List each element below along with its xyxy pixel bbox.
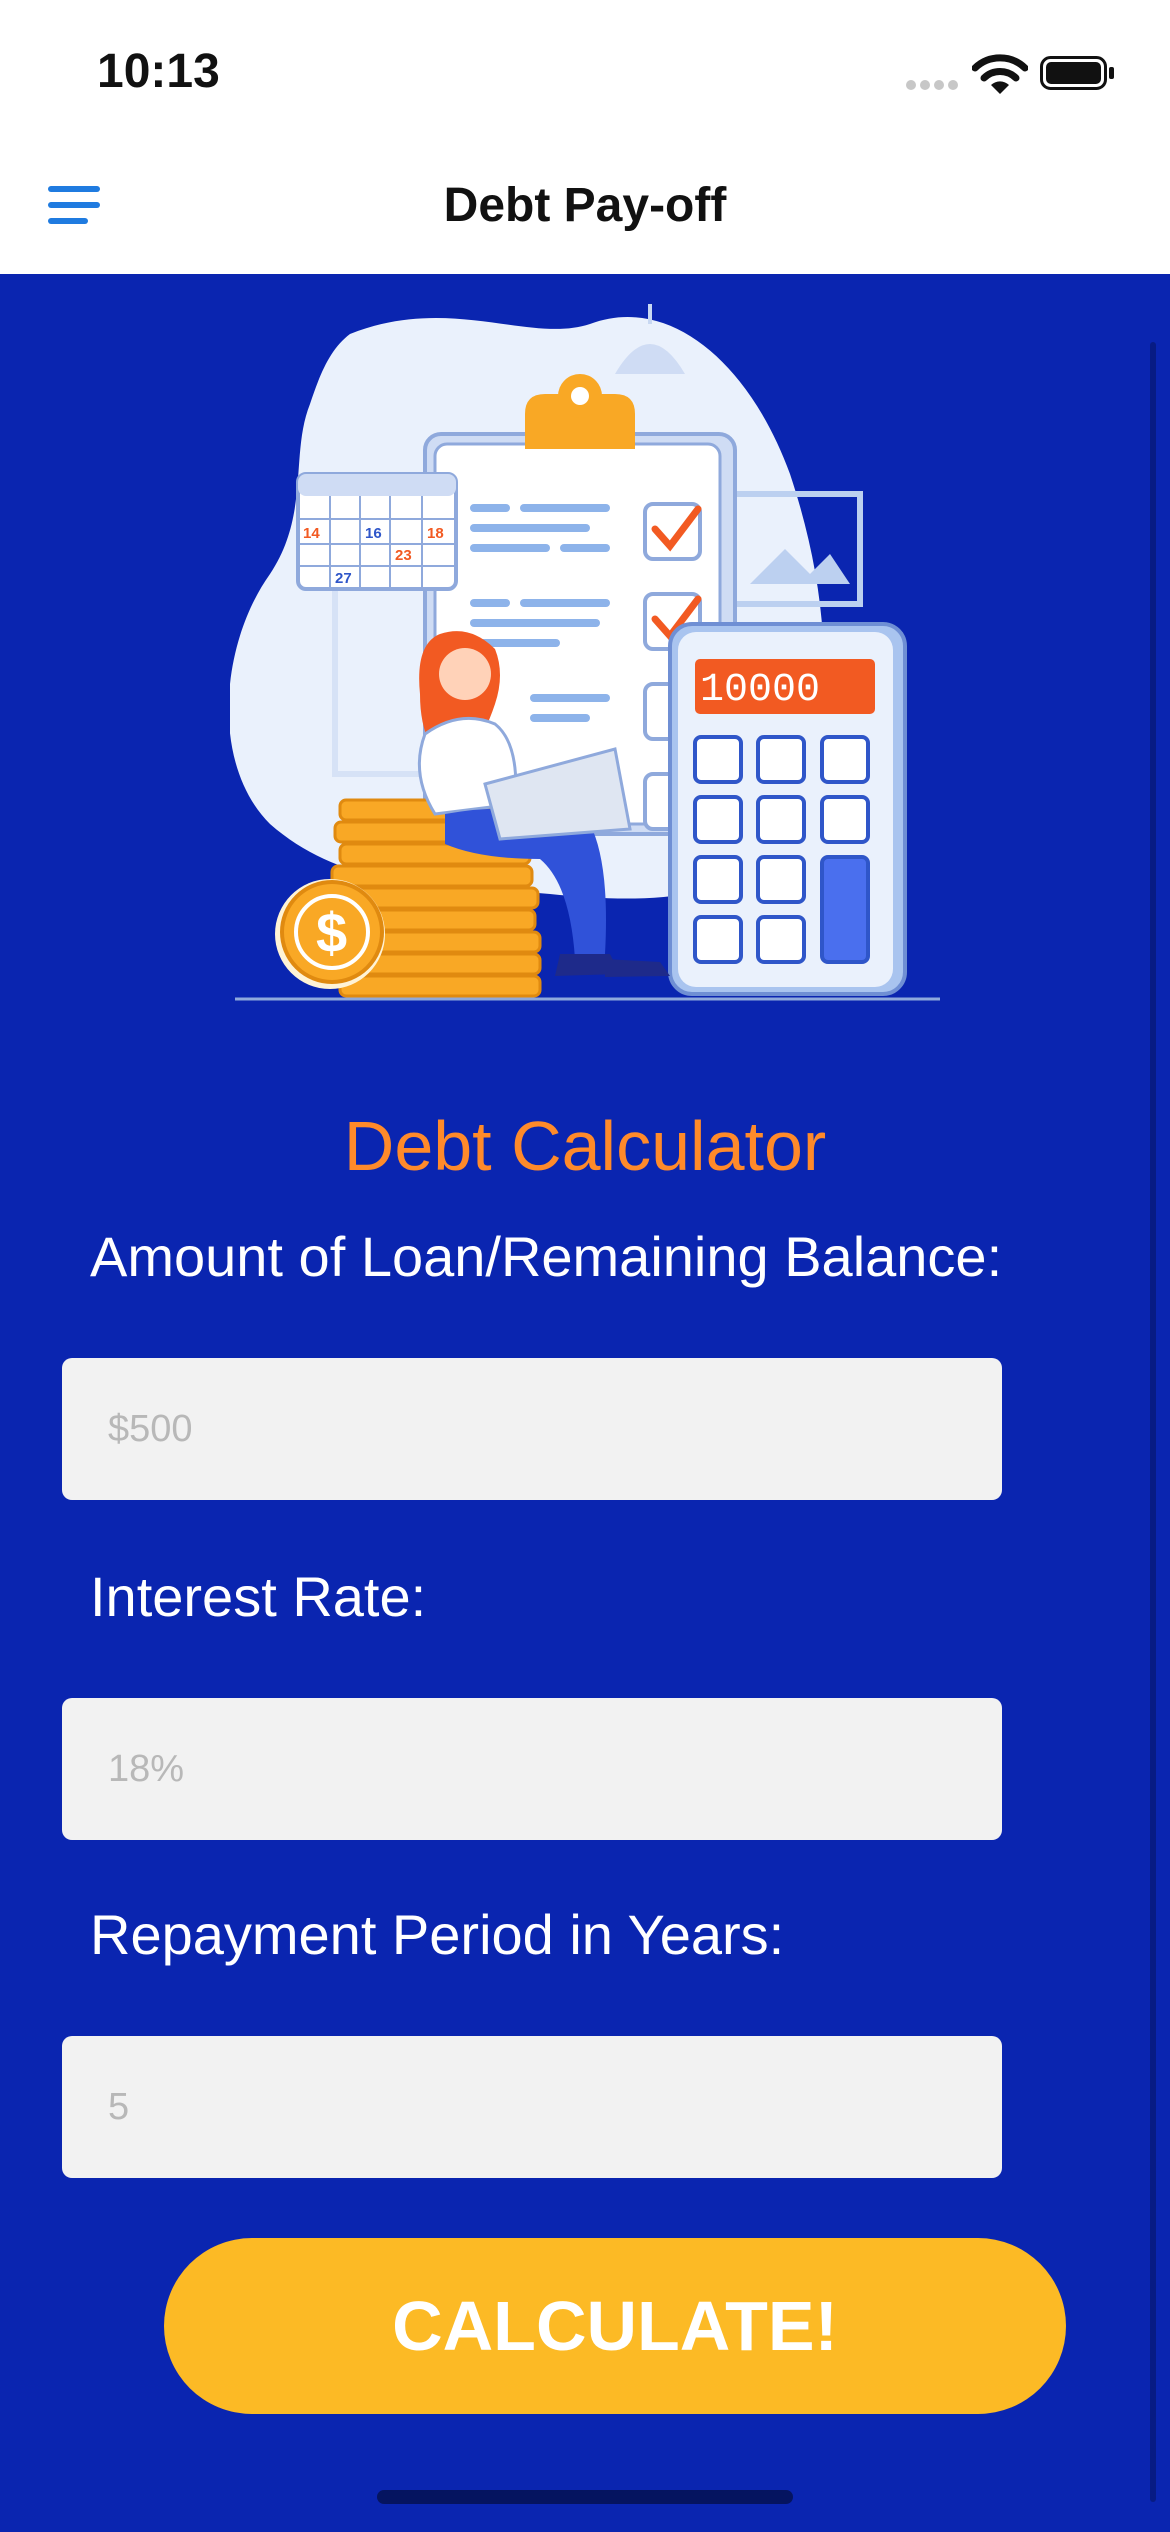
repayment-period-input[interactable] [62,2036,1002,2178]
calculator-title: Debt Calculator [343,1107,827,1185]
scroll-indicator[interactable] [1150,342,1156,2502]
interest-rate-input[interactable] [62,1698,1002,1840]
loan-amount-input[interactable] [62,1358,1002,1500]
calculate-button[interactable]: CALCULATE! [164,2238,1066,2414]
status-time: 10:13 [97,45,220,98]
battery-icon [1040,56,1114,90]
calendar-date: 18 [427,525,444,542]
calendar-date: 16 [365,525,382,542]
loan-amount-label: Amount of Loan/Remaining Balance: [90,1225,1003,1288]
cellular-signal-icon [906,80,960,92]
debt-illustration: 14 16 18 23 27 10000 $ [230,304,940,1001]
repayment-period-label: Repayment Period in Years: [90,1903,785,1966]
home-indicator[interactable] [377,2490,793,2504]
calendar-date: 27 [335,570,352,587]
wifi-icon [972,54,1028,94]
calendar-date: 14 [303,525,320,542]
page-title: Debt Pay-off [443,179,727,232]
calendar-date: 23 [395,547,412,564]
svg-text:$: $ [316,901,347,964]
calculator-display: 10000 [700,668,820,713]
interest-rate-label: Interest Rate: [90,1565,427,1628]
status-bar: 10:13 [0,0,1170,140]
main-content: 14 16 18 23 27 10000 $ Debt Calculator A… [0,274,1170,2532]
